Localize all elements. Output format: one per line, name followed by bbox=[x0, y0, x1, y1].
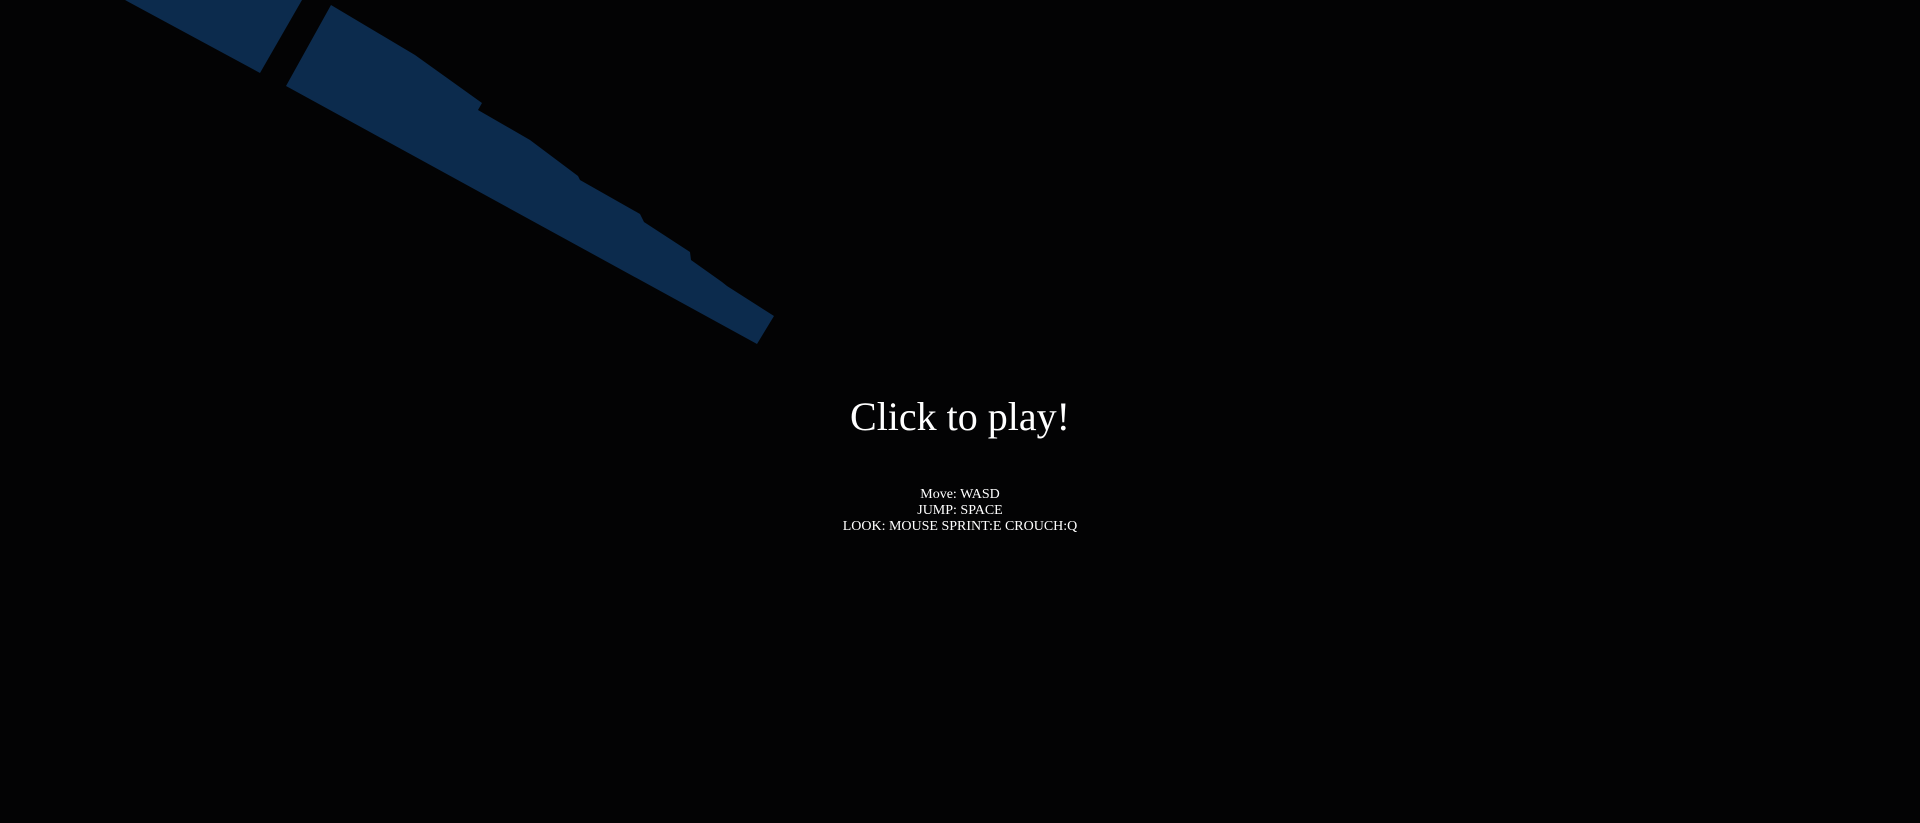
click-to-play-overlay[interactable]: Click to play! Move: WASD JUMP: SPACE LO… bbox=[0, 0, 1920, 823]
control-look-line: LOOK: MOUSE SPRINT:E CROUCH:Q bbox=[842, 519, 1078, 534]
controls-instructions: Move: WASD JUMP: SPACE LOOK: MOUSE SPRIN… bbox=[0, 487, 1920, 535]
control-move-line: Move: WASD bbox=[920, 487, 1000, 502]
play-prompt[interactable]: Click to play! bbox=[0, 393, 1920, 441]
control-jump-line: JUMP: SPACE bbox=[917, 503, 1003, 518]
